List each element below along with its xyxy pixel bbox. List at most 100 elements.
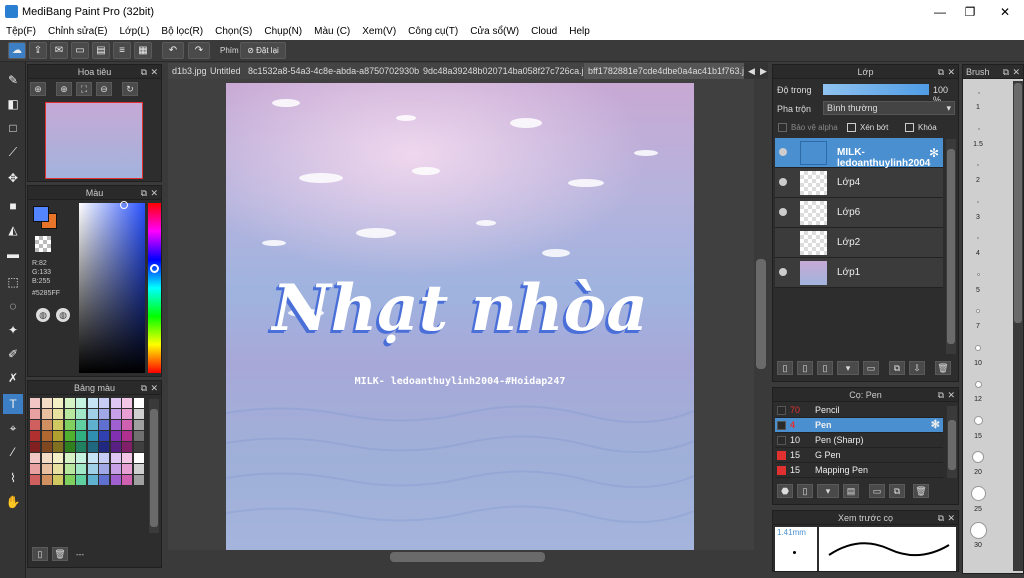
primary-color-swatch[interactable] (33, 206, 49, 222)
duplicate-icon[interactable]: ⧉ (889, 484, 905, 498)
brush-row[interactable]: 10 Pen (Sharp) (775, 433, 943, 448)
undock-icon[interactable]: ⧉ (938, 388, 944, 402)
palette-swatch[interactable] (53, 398, 63, 408)
close-icon[interactable]: ✕ (150, 65, 158, 79)
tab-4-active[interactable]: bff1782881e7cde4dbe0a4ac41b1f763.jpg (584, 63, 744, 79)
new-layer-2-icon[interactable]: ▯ (797, 361, 813, 375)
undock-icon[interactable]: ⧉ (141, 186, 147, 200)
palette-swatch[interactable] (41, 464, 52, 474)
undo-button[interactable]: ↶ (162, 42, 184, 59)
palette-swatch[interactable] (122, 475, 132, 485)
menu-file[interactable]: Tệp(F) (0, 24, 42, 39)
artwork-canvas[interactable]: Nhạt nhòa MILK- ledoanthuylinh2004-#Hoid… (226, 83, 694, 550)
palette-swatch[interactable] (64, 409, 75, 419)
menu-snap[interactable]: Chụp(N) (258, 24, 308, 39)
undock-icon[interactable]: ⧉ (1003, 65, 1009, 79)
gear-icon[interactable]: ✻ (931, 418, 940, 433)
palette-swatch[interactable] (76, 431, 86, 441)
zoom-in-2-icon[interactable]: ⊕ (56, 82, 72, 96)
palette-swatch[interactable] (133, 409, 144, 419)
redo-button[interactable]: ↷ (188, 42, 210, 59)
palette-swatch[interactable] (64, 431, 75, 441)
palette-swatch[interactable] (76, 409, 86, 419)
palette-swatch[interactable] (53, 442, 63, 452)
navigator-thumbnail[interactable] (45, 102, 143, 179)
merge-icon[interactable]: ⇩ (909, 361, 925, 375)
gradient-tool-icon[interactable]: ▬ (3, 244, 23, 264)
vertical-scrollbar[interactable] (754, 79, 768, 550)
rotate-icon[interactable]: ↻ (122, 82, 138, 96)
tab-2[interactable]: 8c1532a8-54a3-4c8e-abda-a8750702930b.jpg (244, 63, 419, 79)
menu-select[interactable]: Chọn(S) (209, 24, 258, 39)
menu-cloud[interactable]: Cloud (525, 24, 563, 39)
magic-wand-icon[interactable]: ✦ (3, 320, 23, 340)
palette-swatch[interactable] (133, 453, 144, 463)
brush-size-dot[interactable] (977, 237, 979, 239)
brush-size-dot[interactable] (976, 273, 980, 276)
eye-icon[interactable] (779, 148, 787, 156)
h-scroll-thumb[interactable] (390, 552, 545, 562)
new-layer-icon[interactable]: ▯ (777, 361, 793, 375)
brush-row[interactable]: 70 Pencil (775, 403, 943, 418)
menu-help[interactable]: Help (563, 24, 596, 39)
palette-swatch[interactable] (53, 464, 63, 474)
brush-size-dot[interactable] (977, 91, 980, 94)
layer-row-selected[interactable]: MILK- ledoanthuylinh2004 ✻ (775, 138, 943, 169)
lasso-tool-icon[interactable]: ◌ (3, 296, 23, 316)
brush-row-selected[interactable]: 4 Pen ✻ (775, 418, 943, 433)
eraser-tool-icon[interactable]: ◧ (3, 94, 23, 114)
palette-icon[interactable]: ◍ (36, 308, 50, 322)
palette-swatch[interactable] (76, 453, 86, 463)
close-button[interactable]: ✕ (990, 2, 1020, 22)
grid-icon[interactable]: ▦ (134, 42, 152, 59)
palette-swatch[interactable] (64, 464, 75, 474)
share-icon[interactable]: ⇪ (29, 42, 47, 59)
palette-swatch[interactable] (133, 442, 144, 452)
palette-swatch[interactable] (64, 442, 75, 452)
minimize-button[interactable]: — (925, 2, 955, 22)
palette-swatch[interactable] (99, 442, 109, 452)
menu-layer[interactable]: Lớp(L) (114, 24, 156, 39)
palette-swatch[interactable] (41, 453, 52, 463)
line-tool-icon[interactable]: ⟋ (3, 142, 23, 162)
palette-swatch[interactable] (30, 409, 40, 419)
palette-swatch[interactable] (76, 464, 86, 474)
brush-row[interactable]: 15 G Pen (775, 448, 943, 463)
palette-swatch[interactable] (41, 431, 52, 441)
palette-swatch[interactable] (64, 475, 75, 485)
eye-icon[interactable] (779, 268, 787, 276)
layer-scroll-thumb[interactable] (947, 149, 955, 344)
palette-swatch[interactable] (30, 453, 40, 463)
hue-slider[interactable] (148, 203, 161, 373)
close-icon[interactable]: ✕ (947, 511, 955, 525)
palette-swatch[interactable] (53, 409, 63, 419)
palette-swatch[interactable] (110, 475, 121, 485)
menu-color[interactable]: Màu (C) (308, 24, 356, 39)
palette-swatch[interactable] (87, 475, 98, 485)
hand-tool-icon[interactable]: ✋ (3, 492, 23, 512)
chat-icon[interactable]: ▭ (71, 42, 89, 59)
hue-handle[interactable] (150, 264, 159, 273)
gear-icon[interactable]: ✻ (929, 146, 939, 160)
palette-swatch[interactable] (133, 475, 144, 485)
brush-tool-icon[interactable]: ✎ (3, 70, 23, 90)
close-icon[interactable]: ✕ (150, 186, 158, 200)
palette-swatch[interactable] (87, 398, 98, 408)
palette-swatch[interactable] (99, 420, 109, 430)
palette-swatch[interactable] (30, 398, 40, 408)
bucket-tool-icon[interactable]: ◭ (3, 220, 23, 240)
undock-icon[interactable]: ⧉ (938, 65, 944, 79)
menu-view[interactable]: Xem(V) (356, 24, 402, 39)
menu-tools[interactable]: Công cụ(T) (402, 24, 464, 39)
cloud-icon[interactable]: ☁ (8, 42, 26, 59)
tab-3[interactable]: 9dc48a39248b020714ba058f27c726ca.jpg (419, 63, 584, 79)
palette-scroll-thumb[interactable] (150, 409, 158, 527)
palette-swatch[interactable] (87, 453, 98, 463)
palette-swatch[interactable] (64, 453, 75, 463)
brush-add-icon[interactable]: ⬣ (777, 484, 793, 498)
palette-add-icon[interactable]: ◍ (56, 308, 70, 322)
layer-row[interactable]: Lớp4 (775, 168, 943, 198)
page-icon[interactable]: ▤ (92, 42, 110, 59)
brush-save-icon[interactable]: ▤ (843, 484, 859, 498)
menu-filter[interactable]: Bộ lọc(R) (155, 24, 209, 39)
